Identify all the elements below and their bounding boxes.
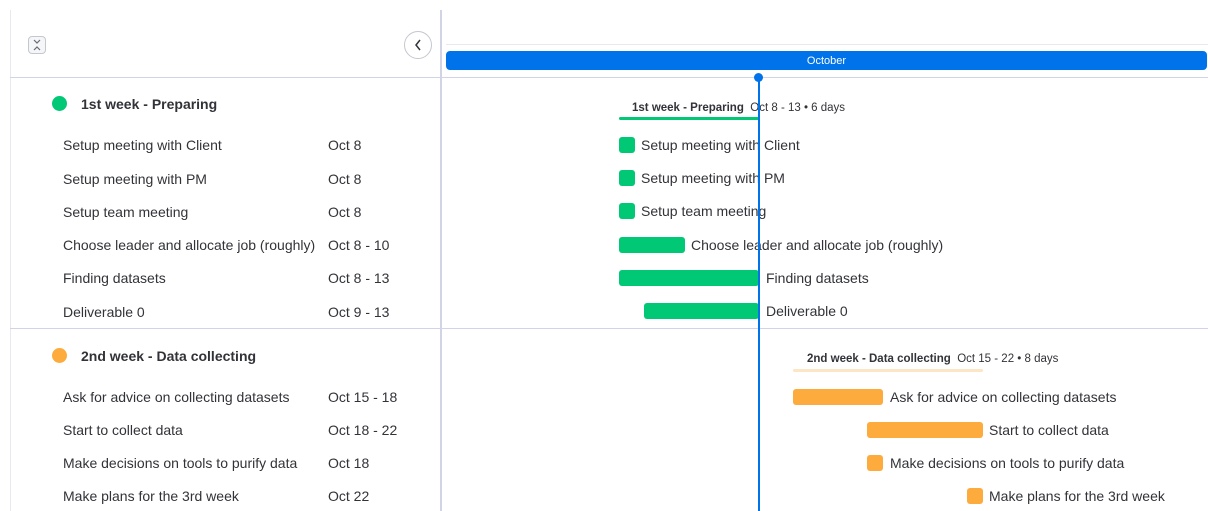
gantt-bar-label: Make decisions on tools to purify data <box>890 455 1125 471</box>
gantt-bar[interactable] <box>619 137 635 153</box>
task-date[interactable]: Oct 9 - 13 <box>328 304 389 320</box>
gantt-group-span <box>793 369 983 372</box>
gantt-bar-label: Setup team meeting <box>641 203 767 219</box>
gantt-bar[interactable] <box>619 237 685 253</box>
gantt-bar-label: Ask for advice on collecting datasets <box>890 389 1117 405</box>
panel-divider[interactable] <box>440 10 442 511</box>
task-date[interactable]: Oct 8 <box>328 137 361 153</box>
today-marker-dot <box>754 73 763 82</box>
gantt-group-summary[interactable]: 2nd week - Data collecting Oct 15 - 22 •… <box>807 353 1059 365</box>
gantt-bar-label: Setup meeting with Client <box>641 137 800 153</box>
task-name[interactable]: Finding datasets <box>63 270 166 286</box>
collapse-chevrons-icon <box>33 39 41 51</box>
task-date[interactable]: Oct 18 <box>328 455 369 471</box>
task-name[interactable]: Choose leader and allocate job (roughly) <box>63 237 315 253</box>
gantt-group-summary-title: 1st week - Preparing <box>632 102 744 114</box>
group-title[interactable]: 1st week - Preparing <box>81 96 217 112</box>
gantt-group-summary-title: 2nd week - Data collecting <box>807 353 951 365</box>
gantt-group-summary-meta: Oct 15 - 22 • 8 days <box>957 353 1059 365</box>
gantt-bar-label: Start to collect data <box>989 422 1109 438</box>
gantt-bar[interactable] <box>619 270 759 286</box>
gantt-bar-label: Finding datasets <box>766 270 869 286</box>
gantt-bar[interactable] <box>867 422 983 438</box>
gantt-bar-label: Setup meeting with PM <box>641 170 785 186</box>
task-date[interactable]: Oct 8 <box>328 171 361 187</box>
collapse-panel-button[interactable] <box>404 31 432 59</box>
task-name[interactable]: Start to collect data <box>63 422 183 438</box>
task-name[interactable]: Make decisions on tools to purify data <box>63 455 297 471</box>
collapse-all-button[interactable] <box>28 36 46 54</box>
task-date[interactable]: Oct 8 - 10 <box>328 237 389 253</box>
gantt-bar[interactable] <box>967 488 983 504</box>
gantt-bar[interactable] <box>644 303 759 319</box>
gantt-bar-label: Choose leader and allocate job (roughly) <box>691 237 944 253</box>
task-name[interactable]: Setup meeting with PM <box>63 171 207 187</box>
task-name[interactable]: Setup meeting with Client <box>63 137 222 153</box>
group-color-dot[interactable] <box>52 348 67 363</box>
task-date[interactable]: Oct 8 <box>328 204 361 220</box>
gantt-bar[interactable] <box>867 455 883 471</box>
gantt-group-span <box>619 117 759 120</box>
group-divider <box>10 328 1208 329</box>
gantt-bar-label: Deliverable 0 <box>766 303 848 319</box>
month-header: October <box>446 51 1207 70</box>
today-marker-line <box>758 77 760 511</box>
gantt-bar[interactable] <box>619 203 635 219</box>
task-name[interactable]: Deliverable 0 <box>63 304 145 320</box>
task-date[interactable]: Oct 22 <box>328 488 369 504</box>
group-title[interactable]: 2nd week - Data collecting <box>81 348 256 364</box>
chevron-left-icon <box>415 39 421 51</box>
gantt-group-summary-meta: Oct 8 - 13 • 6 days <box>750 102 846 114</box>
task-date[interactable]: Oct 8 - 13 <box>328 270 389 286</box>
gantt-group-summary[interactable]: 1st week - Preparing Oct 8 - 13 • 6 days <box>632 102 846 114</box>
task-name[interactable]: Make plans for the 3rd week <box>63 488 239 504</box>
gantt-bar[interactable] <box>619 170 635 186</box>
gantt-bar[interactable] <box>793 389 883 405</box>
header-divider <box>10 77 1208 78</box>
gantt-bar-label: Make plans for the 3rd week <box>989 488 1165 504</box>
task-date[interactable]: Oct 18 - 22 <box>328 422 397 438</box>
task-name[interactable]: Setup team meeting <box>63 204 188 220</box>
group-color-dot[interactable] <box>52 96 67 111</box>
task-name[interactable]: Ask for advice on collecting datasets <box>63 389 289 405</box>
timeline-top-line <box>446 44 1208 45</box>
task-date[interactable]: Oct 15 - 18 <box>328 389 397 405</box>
